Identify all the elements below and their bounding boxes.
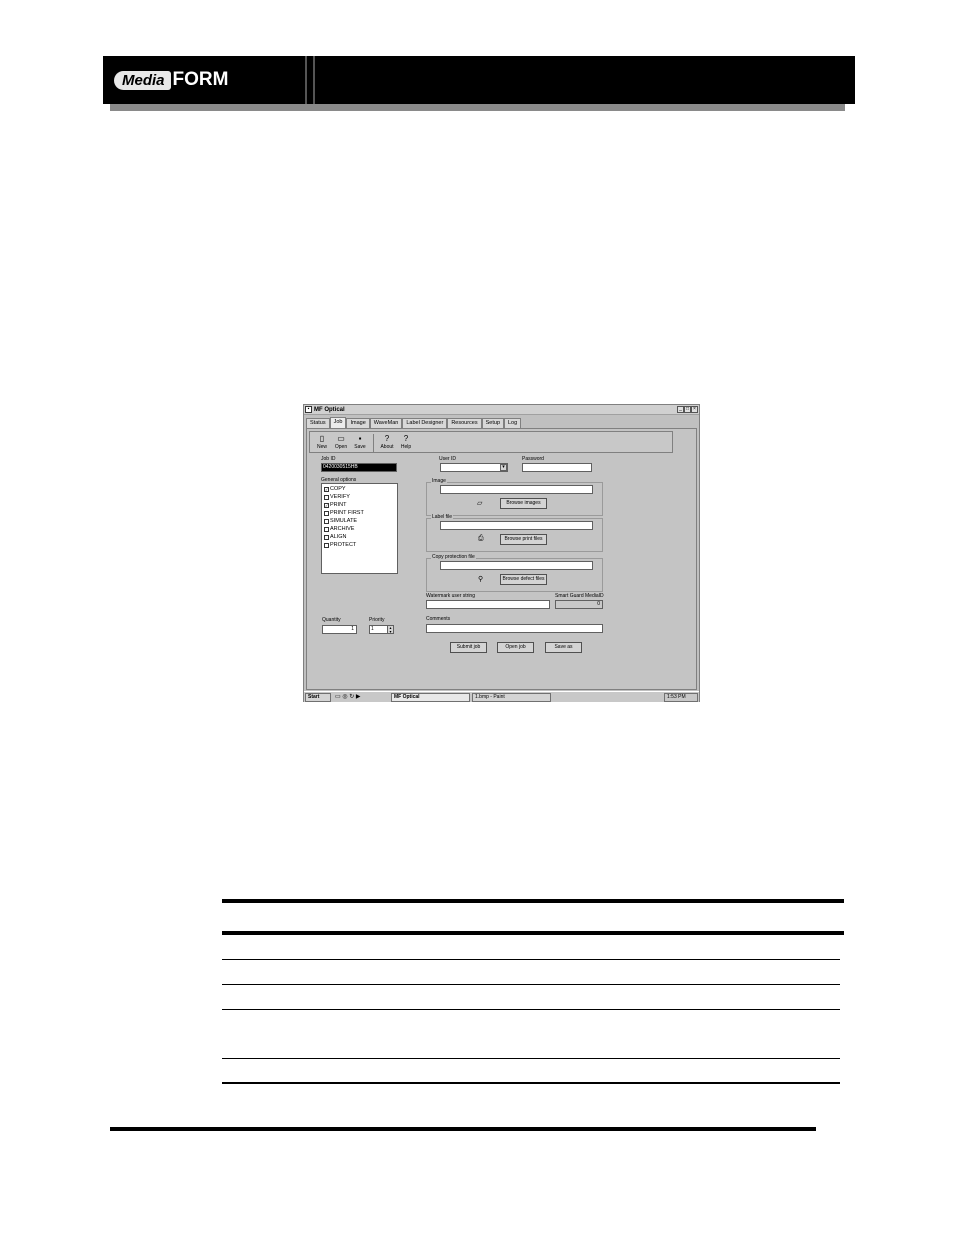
general-options-list: ✓ COPY VERIFY ✓ PRINT PRINT FIRST SIMULATE… bbox=[321, 483, 398, 574]
option-protect[interactable]: PROTECT bbox=[324, 541, 395, 549]
browse-print-files-button[interactable]: Browse print files bbox=[500, 534, 547, 545]
job-id-label: Job ID bbox=[321, 456, 336, 462]
toolbar: ▯ New ▭ Open ▪ Save ? About ? Help bbox=[309, 431, 673, 453]
table-top-rule bbox=[222, 899, 844, 903]
label-file-label: Label file bbox=[431, 514, 454, 520]
page-footer-rule bbox=[110, 1127, 816, 1131]
table-header-rule bbox=[222, 931, 844, 935]
image-label: Image bbox=[431, 478, 447, 484]
tab-log[interactable]: Log bbox=[504, 418, 522, 428]
quantity-label: Quantity bbox=[322, 617, 341, 623]
user-id-select[interactable] bbox=[440, 463, 508, 472]
checkbox-checked-icon: ✓ bbox=[324, 502, 329, 508]
comments-label: Comments bbox=[426, 616, 451, 622]
tab-label-designer[interactable]: Label Designer bbox=[402, 418, 448, 428]
quick-launch-icons[interactable]: ▭ ◎ ↻ ▶ bbox=[335, 694, 361, 701]
printer-icon: ⎙ bbox=[478, 535, 484, 542]
browse-images-button[interactable]: Browse images bbox=[500, 498, 547, 509]
password-field[interactable] bbox=[522, 463, 592, 472]
image-path-field[interactable] bbox=[440, 485, 593, 494]
tab-setup[interactable]: Setup bbox=[481, 418, 504, 428]
watermark-label: Watermark user string bbox=[426, 593, 475, 599]
taskbar-item-paint[interactable]: 1.bmp - Paint bbox=[472, 693, 551, 702]
help-pointer-icon: ? bbox=[403, 434, 409, 443]
priority-input[interactable]: 1 bbox=[369, 625, 388, 634]
save-button[interactable]: ▪ Save bbox=[351, 434, 369, 452]
taskbar: Start ▭ ◎ ↻ ▶ MF Optical 1.bmp - Paint 1… bbox=[304, 691, 699, 702]
option-copy[interactable]: ✓ COPY bbox=[324, 485, 395, 493]
priority-spinner[interactable]: ▴ ▾ bbox=[387, 625, 394, 634]
option-archive[interactable]: ARCHIVE bbox=[324, 525, 395, 533]
taskbar-item-mf-optical[interactable]: MF Optical bbox=[391, 693, 470, 702]
copy-protection-label: Copy protection file bbox=[431, 554, 476, 560]
comments-field[interactable] bbox=[426, 624, 603, 633]
option-print-first[interactable]: PRINT FIRST bbox=[324, 509, 395, 517]
password-label: Password bbox=[522, 456, 544, 462]
job-id-field[interactable]: 0420030515HB bbox=[321, 463, 397, 472]
open-job-button[interactable]: Open job bbox=[497, 642, 534, 653]
option-simulate[interactable]: SIMULATE bbox=[324, 517, 395, 525]
checkbox-icon bbox=[324, 518, 329, 524]
priority-label: Priority bbox=[369, 617, 385, 623]
logo-word-media: Media bbox=[114, 70, 171, 90]
question-mark-icon: ? bbox=[384, 434, 390, 443]
option-verify[interactable]: VERIFY bbox=[324, 493, 395, 501]
smartguard-label: Smart Guard MediaID bbox=[555, 593, 604, 599]
quantity-input[interactable]: 1 bbox=[322, 625, 357, 634]
label-file-field[interactable] bbox=[440, 521, 593, 530]
banner-divider bbox=[305, 56, 307, 104]
tab-image[interactable]: Image bbox=[346, 418, 370, 428]
about-button[interactable]: ? About bbox=[378, 434, 396, 452]
table-row-divider bbox=[222, 959, 840, 960]
banner-divider bbox=[313, 56, 315, 104]
close-button[interactable]: × bbox=[691, 406, 698, 413]
checkbox-checked-icon: ✓ bbox=[324, 486, 329, 492]
checkbox-icon bbox=[324, 510, 329, 516]
logo-word-form: FORM bbox=[172, 69, 229, 90]
taskbar-clock: 1:53 PM bbox=[664, 693, 698, 702]
chevron-down-icon[interactable]: ▾ bbox=[500, 464, 507, 471]
tab-resources[interactable]: Resources bbox=[447, 418, 482, 428]
table-row-divider bbox=[222, 1058, 840, 1059]
wrench-icon: ⚲ bbox=[478, 576, 484, 583]
checkbox-icon bbox=[324, 542, 329, 548]
help-button[interactable]: ? Help bbox=[397, 434, 415, 452]
checkbox-icon bbox=[324, 526, 329, 532]
toolbar-separator bbox=[373, 434, 374, 452]
option-align[interactable]: ALIGN bbox=[324, 533, 395, 541]
image-file-icon: ▱ bbox=[477, 500, 483, 507]
save-as-button[interactable]: Save as bbox=[545, 642, 582, 653]
open-button[interactable]: ▭ Open bbox=[332, 434, 350, 452]
new-document-icon: ▯ bbox=[319, 434, 325, 443]
copy-protection-field[interactable] bbox=[440, 561, 593, 570]
table-row-divider bbox=[222, 1009, 840, 1010]
mf-optical-window: ▪ MF Optical _ □ × Status Job Image Wave… bbox=[303, 404, 700, 702]
user-id-label: User ID bbox=[439, 456, 456, 462]
tab-status[interactable]: Status bbox=[306, 418, 330, 428]
smartguard-field: 0 bbox=[555, 600, 603, 609]
tab-strip: Status Job Image WaveMan Label Designer … bbox=[306, 417, 522, 428]
header-banner-shadow bbox=[110, 104, 845, 111]
watermark-field[interactable] bbox=[426, 600, 550, 609]
mediaform-logo: Media FORM bbox=[114, 68, 228, 92]
new-button[interactable]: ▯ New bbox=[313, 434, 331, 452]
job-panel: ▯ New ▭ Open ▪ Save ? About ? Help Job I… bbox=[306, 428, 697, 690]
tab-job[interactable]: Job bbox=[329, 417, 347, 428]
folder-icon: ▭ bbox=[337, 434, 345, 443]
tab-waveman[interactable]: WaveMan bbox=[369, 418, 403, 428]
checkbox-icon bbox=[324, 494, 329, 500]
checkbox-icon bbox=[324, 534, 329, 540]
start-button[interactable]: Start bbox=[305, 693, 331, 702]
table-row-divider bbox=[222, 984, 840, 985]
table-bottom-rule bbox=[222, 1082, 840, 1084]
floppy-disk-icon: ▪ bbox=[358, 434, 362, 443]
option-print[interactable]: ✓ PRINT bbox=[324, 501, 395, 509]
app-icon: ▪ bbox=[305, 406, 312, 413]
maximize-button[interactable]: □ bbox=[684, 406, 691, 413]
submit-job-button[interactable]: Submit job bbox=[450, 642, 487, 653]
window-titlebar: ▪ MF Optical _ □ × bbox=[304, 405, 699, 415]
window-title: MF Optical bbox=[314, 407, 345, 413]
minimize-button[interactable]: _ bbox=[677, 406, 684, 413]
browse-defect-files-button[interactable]: Browse defect files bbox=[500, 574, 547, 585]
